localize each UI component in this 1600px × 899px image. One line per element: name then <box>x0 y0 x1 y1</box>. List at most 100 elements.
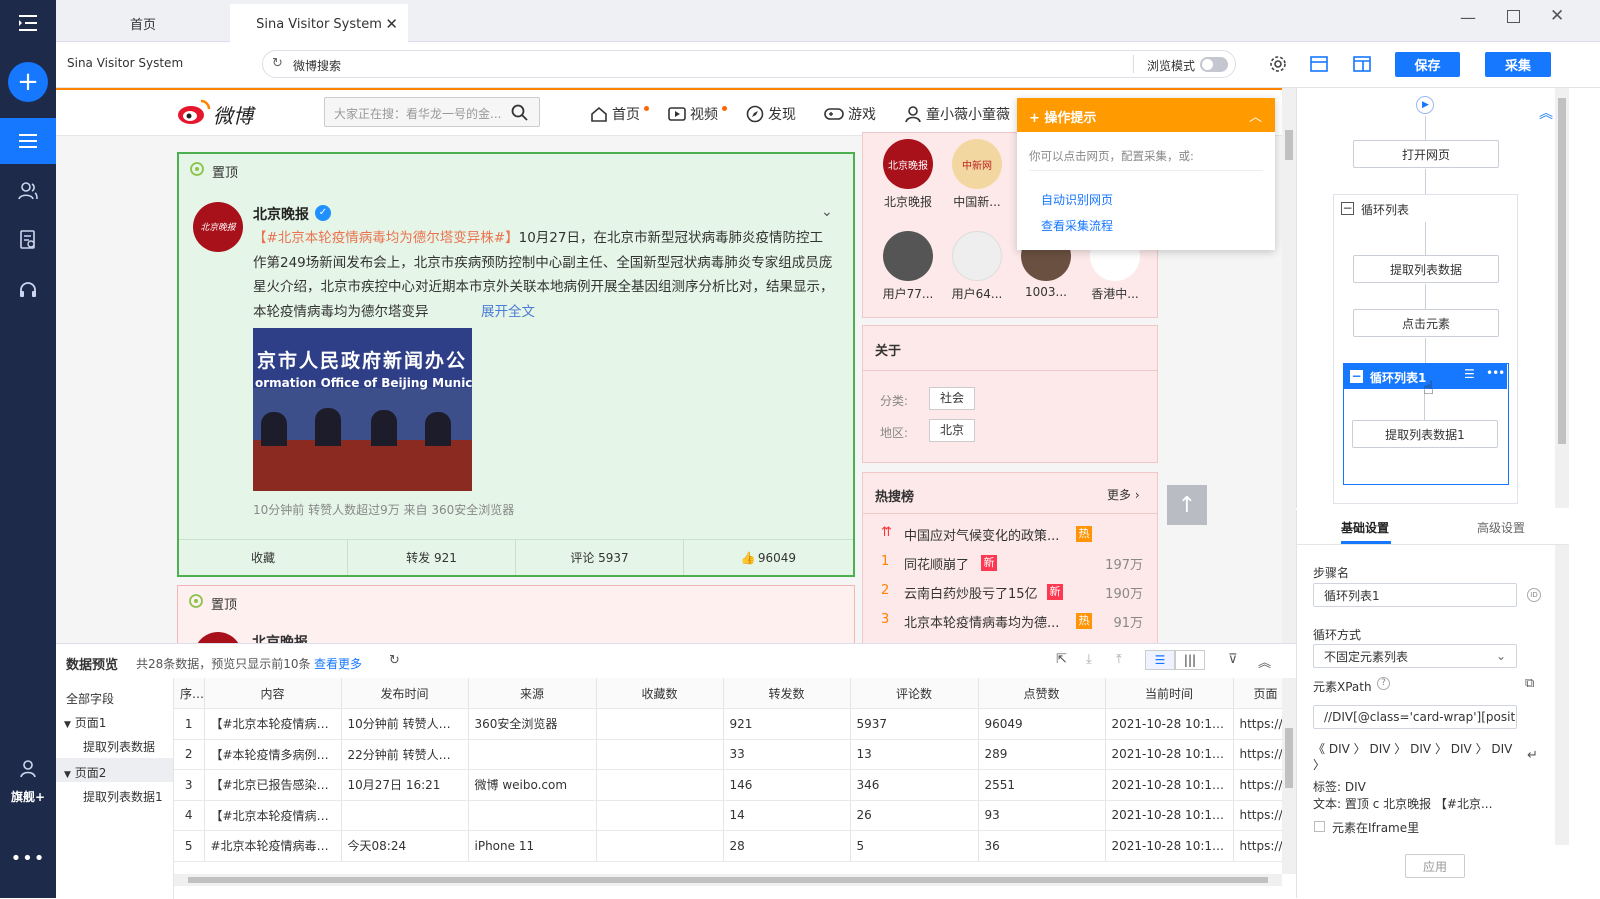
list-view-icon[interactable]: ☰ <box>1145 650 1175 670</box>
table-row[interactable]: 5 #北京本轮疫情病毒均... 今天08:24 iPhone 11 28 5 36 2021-… <box>174 830 1282 862</box>
tab-sina-visitor[interactable]: Sina Visitor System ✕ <box>230 4 408 42</box>
view-more-link[interactable]: 查看更多 <box>314 655 362 672</box>
table-cell[interactable] <box>596 708 724 740</box>
post-hashtag[interactable]: 【#北京本轮疫情病毒均为德尔塔变异株#】 <box>253 230 519 246</box>
menu-toggle-icon[interactable] <box>0 0 56 46</box>
table-cell[interactable]: 2021-10-28 10:14:17... <box>1105 769 1234 801</box>
post-image[interactable]: 京市人民政府新闻办公 ormation Office of Beijing Mu… <box>253 328 472 491</box>
user-icon[interactable] <box>0 746 56 792</box>
list-icon[interactable]: ☰ <box>1464 367 1475 381</box>
table-cell[interactable] <box>468 739 597 770</box>
settings-gear-icon[interactable] <box>1269 55 1287 76</box>
repost-button[interactable]: 转发 921 <box>347 540 515 575</box>
hot-more-link[interactable]: 更多 › <box>1107 486 1140 503</box>
settings-scrollbar[interactable] <box>1555 545 1569 845</box>
table-cell[interactable]: 36 <box>978 830 1106 862</box>
user-name[interactable]: 香港中... <box>1084 285 1146 302</box>
address-input[interactable]: 微博搜索 <box>293 57 341 74</box>
table-cell[interactable]: 5937 <box>850 708 979 740</box>
hot-search-item[interactable]: ⇈ 中国应对气候变化的政策... 热 <box>863 525 1157 554</box>
tab-home[interactable]: 首页 <box>56 4 230 42</box>
table-cell[interactable]: 96049 <box>978 708 1106 740</box>
save-button[interactable]: 保存 <box>1395 52 1460 77</box>
nav-home[interactable]: 首页 <box>590 104 649 124</box>
wf-loop1-label[interactable]: 循环列表1 <box>1370 369 1426 386</box>
tree-page1-child[interactable]: 提取列表数据 <box>83 738 155 755</box>
start-icon[interactable]: ▶ <box>1416 96 1434 114</box>
collect-button[interactable]: 采集 <box>1485 52 1551 77</box>
table-row[interactable]: 2 【#本轮疫情多病例都... 22分钟前 转赞人数超... 33 13 289 2021-… <box>174 739 1282 770</box>
table-cell[interactable] <box>596 769 724 801</box>
table-cell[interactable]: 5 <box>174 830 205 862</box>
wf-click-element[interactable]: 点击元素 <box>1353 309 1499 337</box>
hot-search-text[interactable]: 中国应对气候变化的政策... <box>904 525 1059 544</box>
download-icon[interactable]: ⤓ <box>1086 652 1092 667</box>
column-header[interactable]: 序号 <box>174 678 205 709</box>
table-cell[interactable]: 【#北京本轮疫情病毒... <box>204 708 342 740</box>
collapse-panel-icon[interactable]: ︽ <box>1539 103 1553 123</box>
table-cell[interactable]: 921 <box>723 708 851 740</box>
nav-video[interactable]: 视频 <box>668 104 727 124</box>
user-avatar[interactable]: 中新网 <box>952 139 1002 189</box>
table-cell[interactable]: iPhone 11 <box>468 830 597 862</box>
return-icon[interactable]: ↵ <box>1527 748 1538 763</box>
upload-icon[interactable]: ⤒ <box>1116 652 1122 667</box>
crumb-start-icon[interactable]: 《 <box>1313 742 1325 756</box>
column-header[interactable]: 内容 <box>204 678 342 709</box>
table-cell[interactable]: 26 <box>850 800 979 831</box>
table-cell[interactable]: 10月27日 16:21 <box>341 769 469 801</box>
crumb[interactable]: DIV <box>1491 742 1512 756</box>
edit-xpath-icon[interactable]: ⧉ <box>1525 676 1534 691</box>
table-cell[interactable]: #北京本轮疫情病毒均... <box>204 830 342 862</box>
category-tag[interactable]: 社会 <box>929 387 976 410</box>
table-cell[interactable]: 5 <box>850 830 979 862</box>
table-hscroll[interactable] <box>174 874 1282 886</box>
table-cell[interactable]: 14 <box>723 800 851 831</box>
new-task-button[interactable]: + <box>8 62 48 102</box>
table-cell[interactable] <box>468 800 597 831</box>
collapse-preview-icon[interactable]: ︽ <box>1258 652 1271 671</box>
table-cell[interactable]: 10分钟前 转赞人数超... <box>341 708 469 740</box>
tab-advanced-settings[interactable]: 高级设置 <box>1477 519 1525 536</box>
table-cell[interactable]: 【#本轮疫情多病例都... <box>204 739 342 770</box>
table-cell[interactable]: 146 <box>723 769 851 801</box>
crumb[interactable]: DIV <box>1329 742 1350 756</box>
table-cell[interactable]: 360安全浏览器 <box>468 708 597 740</box>
back-to-top-icon[interactable]: ↑ <box>1167 485 1207 525</box>
nav-profile[interactable]: 童小薇小童薇 <box>904 104 1010 124</box>
weibo-post-card-2[interactable]: 置顶 北京晚报 <box>177 585 855 643</box>
wf-loop-label[interactable]: 循环列表 <box>1361 201 1409 218</box>
table-cell[interactable] <box>596 830 724 862</box>
hot-search-item[interactable]: 2 云南白药炒股亏了15亿新 190万 <box>863 583 1157 612</box>
search-icon[interactable] <box>511 104 528 124</box>
browse-mode-toggle[interactable] <box>1200 57 1228 72</box>
table-row[interactable]: 1 【#北京本轮疫情病毒... 10分钟前 转赞人数超... 360安全浏览器 921 5… <box>174 708 1282 740</box>
author-avatar[interactable] <box>194 632 242 643</box>
table-cell[interactable] <box>596 800 724 831</box>
favorite-button[interactable]: 收藏 <box>179 540 347 575</box>
info-icon[interactable]: ID <box>1527 588 1541 602</box>
iframe-checkbox[interactable] <box>1314 821 1325 832</box>
table-cell[interactable]: 346 <box>850 769 979 801</box>
column-header[interactable]: 来源 <box>468 678 597 709</box>
user-avatar[interactable]: 北京晚报 <box>883 139 933 189</box>
table-cell[interactable]: 2021-10-28 10:14:17... <box>1105 708 1234 740</box>
hot-search-item[interactable]: 1 同花顺崩了新 197万 <box>863 554 1157 583</box>
team-icon[interactable] <box>0 168 56 214</box>
weibo-post-card[interactable]: 置顶 北京晚报 北京晚报 ✓ ⌄ 【#北京本轮疫情病毒均为德尔塔变异株#】10月… <box>177 152 855 577</box>
workflow-scrollbar[interactable] <box>1555 88 1569 508</box>
column-view-icon[interactable]: ||| <box>1175 650 1205 670</box>
table-cell[interactable]: 【#北京已报告感染者... <box>204 769 342 801</box>
tree-page2-child[interactable]: 提取列表数据1 <box>83 788 163 805</box>
table-cell[interactable]: 2021-10-28 10:14:17... <box>1105 739 1234 770</box>
browser-viewport[interactable]: 微博 大家正在搜：看华龙一号的金... 首页 视频 发现 游戏 童小薇小童薇 置… <box>56 88 1296 643</box>
table-cell[interactable]: https://s <box>1233 708 1282 740</box>
task-list-icon[interactable] <box>0 118 56 164</box>
loop-mode-select[interactable]: 不固定元素列表 ⌄ <box>1313 644 1517 668</box>
table-cell[interactable]: 13 <box>850 739 979 770</box>
table-cell[interactable]: 289 <box>978 739 1106 770</box>
crumb[interactable]: DIV <box>1451 742 1472 756</box>
address-bar[interactable]: ↻ 微博搜索 浏览模式 <box>262 50 1236 78</box>
user-name[interactable]: 1003... <box>1015 285 1077 299</box>
user-avatar[interactable] <box>883 231 933 281</box>
